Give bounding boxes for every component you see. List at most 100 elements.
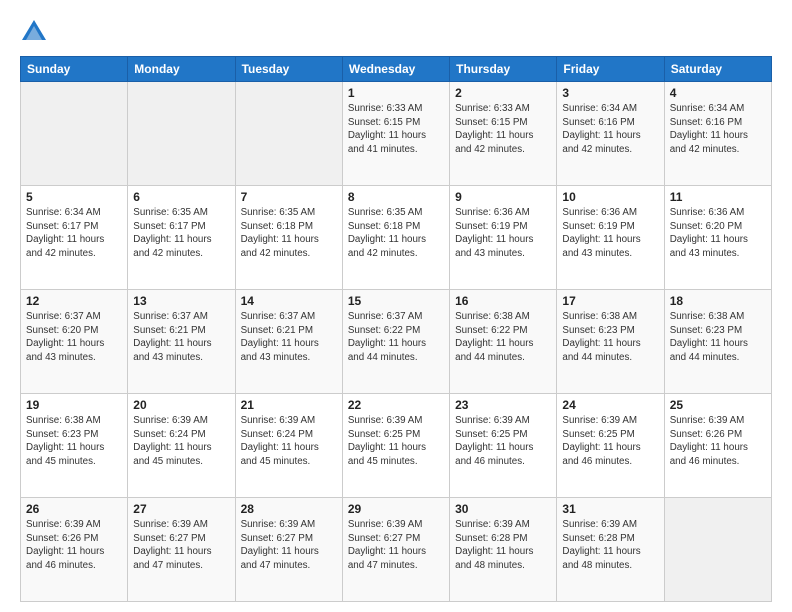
day-info: Sunrise: 6:39 AM Sunset: 6:26 PM Dayligh… xyxy=(26,518,122,573)
calendar-cell: 19 Sunrise: 6:38 AM Sunset: 6:23 PM Dayli… xyxy=(21,394,128,498)
calendar-cell: 29 Sunrise: 6:39 AM Sunset: 6:27 PM Dayli… xyxy=(342,498,449,602)
column-header-monday: Monday xyxy=(128,57,235,82)
calendar-cell: 31 Sunrise: 6:39 AM Sunset: 6:28 PM Dayli… xyxy=(557,498,664,602)
week-row-1: 1 Sunrise: 6:33 AM Sunset: 6:15 PM Daylig… xyxy=(21,82,772,186)
calendar-cell: 8 Sunrise: 6:35 AM Sunset: 6:18 PM Daylig… xyxy=(342,186,449,290)
day-info: Sunrise: 6:37 AM Sunset: 6:22 PM Dayligh… xyxy=(348,310,444,365)
column-header-thursday: Thursday xyxy=(450,57,557,82)
day-number: 24 xyxy=(562,398,658,412)
day-number: 15 xyxy=(348,294,444,308)
day-number: 11 xyxy=(670,190,766,204)
day-number: 6 xyxy=(133,190,229,204)
day-number: 19 xyxy=(26,398,122,412)
day-info: Sunrise: 6:36 AM Sunset: 6:19 PM Dayligh… xyxy=(562,206,658,261)
day-info: Sunrise: 6:35 AM Sunset: 6:17 PM Dayligh… xyxy=(133,206,229,261)
calendar-cell: 30 Sunrise: 6:39 AM Sunset: 6:28 PM Dayli… xyxy=(450,498,557,602)
day-number: 9 xyxy=(455,190,551,204)
calendar-cell: 21 Sunrise: 6:39 AM Sunset: 6:24 PM Dayli… xyxy=(235,394,342,498)
day-info: Sunrise: 6:34 AM Sunset: 6:16 PM Dayligh… xyxy=(562,102,658,157)
calendar-cell: 22 Sunrise: 6:39 AM Sunset: 6:25 PM Dayli… xyxy=(342,394,449,498)
day-info: Sunrise: 6:39 AM Sunset: 6:28 PM Dayligh… xyxy=(562,518,658,573)
calendar-cell: 13 Sunrise: 6:37 AM Sunset: 6:21 PM Dayli… xyxy=(128,290,235,394)
day-number: 17 xyxy=(562,294,658,308)
page: SundayMondayTuesdayWednesdayThursdayFrid… xyxy=(0,0,792,612)
day-number: 30 xyxy=(455,502,551,516)
calendar-cell: 25Sunrise: 6:39 AM Sunset: 6:26 PM Dayli… xyxy=(664,394,771,498)
day-info: Sunrise: 6:34 AM Sunset: 6:17 PM Dayligh… xyxy=(26,206,122,261)
day-info: Sunrise: 6:36 AM Sunset: 6:19 PM Dayligh… xyxy=(455,206,551,261)
week-row-4: 19 Sunrise: 6:38 AM Sunset: 6:23 PM Dayli… xyxy=(21,394,772,498)
day-info: Sunrise: 6:39 AM Sunset: 6:25 PM Dayligh… xyxy=(455,414,551,469)
calendar-table: SundayMondayTuesdayWednesdayThursdayFrid… xyxy=(20,56,772,602)
calendar-header-row: SundayMondayTuesdayWednesdayThursdayFrid… xyxy=(21,57,772,82)
week-row-5: 26 Sunrise: 6:39 AM Sunset: 6:26 PM Dayli… xyxy=(21,498,772,602)
calendar-cell: 28 Sunrise: 6:39 AM Sunset: 6:27 PM Dayli… xyxy=(235,498,342,602)
day-number: 29 xyxy=(348,502,444,516)
day-number: 25 xyxy=(670,398,766,412)
calendar-cell: 14 Sunrise: 6:37 AM Sunset: 6:21 PM Dayli… xyxy=(235,290,342,394)
day-info: Sunrise: 6:34 AM Sunset: 6:16 PM Dayligh… xyxy=(670,102,766,157)
column-header-wednesday: Wednesday xyxy=(342,57,449,82)
day-number: 21 xyxy=(241,398,337,412)
day-number: 2 xyxy=(455,86,551,100)
header xyxy=(20,18,772,46)
day-number: 18 xyxy=(670,294,766,308)
calendar-cell: 9 Sunrise: 6:36 AM Sunset: 6:19 PM Daylig… xyxy=(450,186,557,290)
calendar-cell: 23 Sunrise: 6:39 AM Sunset: 6:25 PM Dayli… xyxy=(450,394,557,498)
day-number: 8 xyxy=(348,190,444,204)
calendar-cell xyxy=(664,498,771,602)
day-number: 22 xyxy=(348,398,444,412)
calendar-cell: 1Sunrise: 6:33 AM Sunset: 6:15 PM Daylig… xyxy=(342,82,449,186)
calendar-cell: 7 Sunrise: 6:35 AM Sunset: 6:18 PM Daylig… xyxy=(235,186,342,290)
day-number: 12 xyxy=(26,294,122,308)
calendar-cell: 5 Sunrise: 6:34 AM Sunset: 6:17 PM Daylig… xyxy=(21,186,128,290)
calendar-cell: 3 Sunrise: 6:34 AM Sunset: 6:16 PM Daylig… xyxy=(557,82,664,186)
day-number: 7 xyxy=(241,190,337,204)
day-number: 28 xyxy=(241,502,337,516)
day-info: Sunrise: 6:39 AM Sunset: 6:24 PM Dayligh… xyxy=(241,414,337,469)
day-number: 10 xyxy=(562,190,658,204)
day-number: 26 xyxy=(26,502,122,516)
calendar-cell xyxy=(235,82,342,186)
day-number: 3 xyxy=(562,86,658,100)
column-header-saturday: Saturday xyxy=(664,57,771,82)
day-number: 23 xyxy=(455,398,551,412)
calendar-cell xyxy=(128,82,235,186)
day-number: 13 xyxy=(133,294,229,308)
calendar-cell: 2 Sunrise: 6:33 AM Sunset: 6:15 PM Daylig… xyxy=(450,82,557,186)
day-number: 4 xyxy=(670,86,766,100)
day-number: 14 xyxy=(241,294,337,308)
calendar-cell: 4 Sunrise: 6:34 AM Sunset: 6:16 PM Daylig… xyxy=(664,82,771,186)
day-info: Sunrise: 6:39 AM Sunset: 6:27 PM Dayligh… xyxy=(241,518,337,573)
day-info: Sunrise: 6:38 AM Sunset: 6:23 PM Dayligh… xyxy=(26,414,122,469)
day-info: Sunrise: 6:38 AM Sunset: 6:22 PM Dayligh… xyxy=(455,310,551,365)
calendar-cell: 11 Sunrise: 6:36 AM Sunset: 6:20 PM Dayli… xyxy=(664,186,771,290)
day-info: Sunrise: 6:39 AM Sunset: 6:25 PM Dayligh… xyxy=(348,414,444,469)
day-info: Sunrise: 6:39 AM Sunset: 6:28 PM Dayligh… xyxy=(455,518,551,573)
column-header-friday: Friday xyxy=(557,57,664,82)
day-number: 1 xyxy=(348,86,444,100)
day-number: 31 xyxy=(562,502,658,516)
day-info: Sunrise: 6:35 AM Sunset: 6:18 PM Dayligh… xyxy=(241,206,337,261)
calendar-cell: 26 Sunrise: 6:39 AM Sunset: 6:26 PM Dayli… xyxy=(21,498,128,602)
column-header-tuesday: Tuesday xyxy=(235,57,342,82)
week-row-3: 12Sunrise: 6:37 AM Sunset: 6:20 PM Dayli… xyxy=(21,290,772,394)
column-header-sunday: Sunday xyxy=(21,57,128,82)
calendar-cell: 15 Sunrise: 6:37 AM Sunset: 6:22 PM Dayli… xyxy=(342,290,449,394)
day-info: Sunrise: 6:33 AM Sunset: 6:15 PM Dayligh… xyxy=(455,102,551,157)
day-info: Sunrise: 6:37 AM Sunset: 6:21 PM Dayligh… xyxy=(133,310,229,365)
logo xyxy=(20,18,52,46)
logo-icon xyxy=(20,18,48,46)
day-number: 20 xyxy=(133,398,229,412)
calendar-cell: 10 Sunrise: 6:36 AM Sunset: 6:19 PM Dayli… xyxy=(557,186,664,290)
day-info: Sunrise: 6:37 AM Sunset: 6:21 PM Dayligh… xyxy=(241,310,337,365)
calendar-cell: 6 Sunrise: 6:35 AM Sunset: 6:17 PM Daylig… xyxy=(128,186,235,290)
calendar-cell: 18Sunrise: 6:38 AM Sunset: 6:23 PM Dayli… xyxy=(664,290,771,394)
calendar-cell: 17Sunrise: 6:38 AM Sunset: 6:23 PM Dayli… xyxy=(557,290,664,394)
week-row-2: 5 Sunrise: 6:34 AM Sunset: 6:17 PM Daylig… xyxy=(21,186,772,290)
day-info: Sunrise: 6:35 AM Sunset: 6:18 PM Dayligh… xyxy=(348,206,444,261)
day-info: Sunrise: 6:39 AM Sunset: 6:27 PM Dayligh… xyxy=(348,518,444,573)
calendar-cell: 20Sunrise: 6:39 AM Sunset: 6:24 PM Dayli… xyxy=(128,394,235,498)
day-info: Sunrise: 6:36 AM Sunset: 6:20 PM Dayligh… xyxy=(670,206,766,261)
day-number: 5 xyxy=(26,190,122,204)
